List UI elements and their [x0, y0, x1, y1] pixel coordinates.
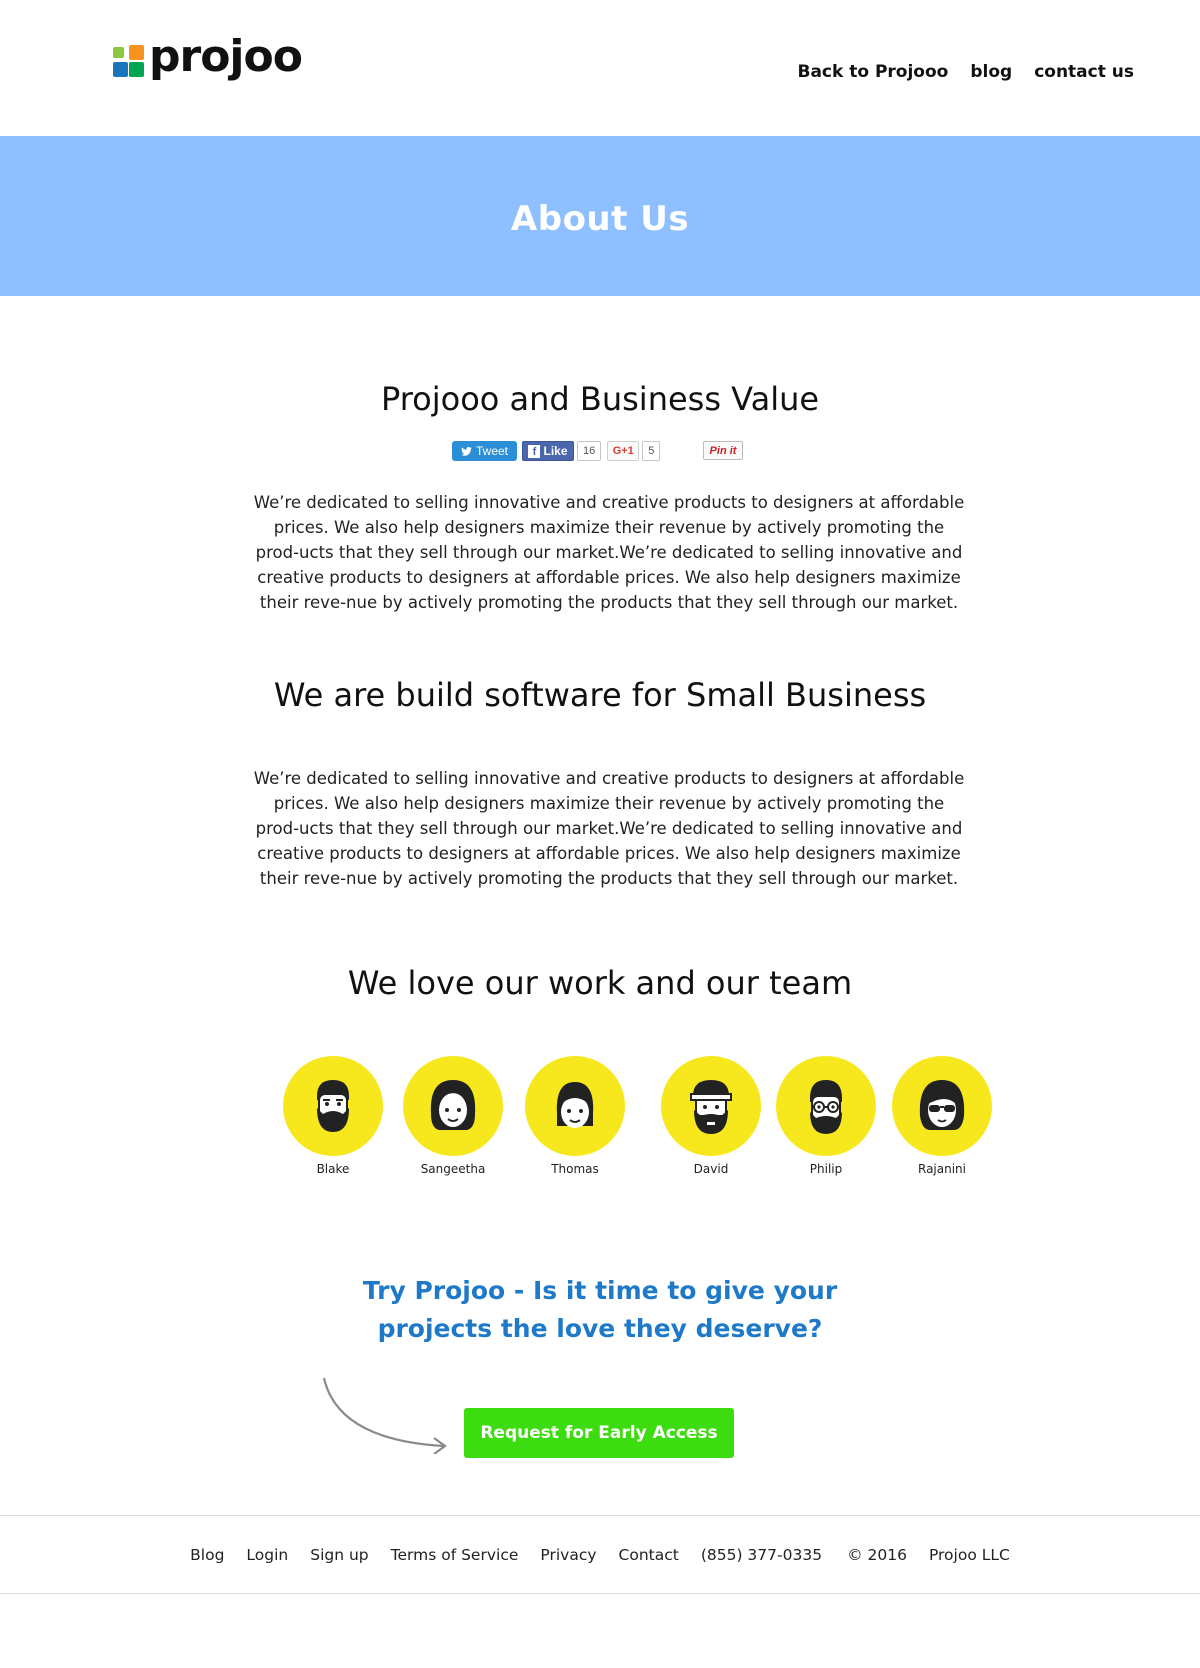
- site-header: projoo Back to Projooo blog contact us: [0, 0, 1200, 136]
- like-count: 16: [577, 441, 602, 461]
- member-name: Blake: [316, 1162, 350, 1176]
- team-member: Rajanini: [892, 1056, 992, 1176]
- share-buttons: Tweet f Like 16 G+1 5 Pin it: [452, 440, 743, 462]
- site-footer: Blog Login Sign up Terms of Service Priv…: [0, 1515, 1200, 1594]
- twitter-bird-icon: [461, 446, 472, 456]
- cta-line-2: projects the love they deserve?: [377, 1314, 823, 1343]
- footer-copyright: © 2016: [847, 1545, 907, 1564]
- footer-phone: (855) 377-0335: [700, 1545, 823, 1564]
- team-member: Philip: [776, 1056, 876, 1176]
- sunglasses-woman-avatar-icon: [892, 1056, 992, 1156]
- nav-contact-us[interactable]: contact us: [1034, 62, 1134, 82]
- member-name: Rajanini: [918, 1162, 966, 1176]
- cta-headline: Try Projoo - Is it time to give your pro…: [0, 1272, 1200, 1348]
- footer-link-blog[interactable]: Blog: [190, 1546, 224, 1564]
- member-name: David: [693, 1162, 729, 1176]
- tweet-label: Tweet: [475, 444, 508, 458]
- bearded-man-avatar-icon: [283, 1056, 383, 1156]
- footer-link-contact[interactable]: Contact: [619, 1546, 679, 1564]
- cap-bearded-man-avatar-icon: [661, 1056, 761, 1156]
- logo-squares-icon: [113, 44, 145, 78]
- glasses-bearded-man-avatar-icon: [776, 1056, 876, 1156]
- nav-blog[interactable]: blog: [970, 62, 1012, 82]
- footer-company: Projoo LLC: [928, 1545, 1010, 1564]
- page-title: About Us: [510, 199, 690, 239]
- young-person-avatar-icon: [525, 1056, 625, 1156]
- tweet-button[interactable]: Tweet: [452, 441, 517, 461]
- top-nav: Back to Projooo blog contact us: [775, 62, 1134, 82]
- member-name: Thomas: [551, 1162, 599, 1176]
- curved-arrow-icon: [322, 1377, 447, 1454]
- like-label: Like: [543, 444, 568, 458]
- team-members: Blake Sangeetha Thomas David Philip Raja…: [0, 1056, 1200, 1186]
- section-body-small-business: We’re dedicated to selling innovative an…: [253, 769, 965, 888]
- section-title-team: We love our work and our team: [347, 964, 853, 1002]
- gplus-count: 5: [642, 441, 661, 461]
- team-member: Thomas: [525, 1056, 625, 1176]
- nav-back-to-projooo[interactable]: Back to Projooo: [797, 62, 948, 82]
- member-name: Philip: [809, 1162, 843, 1176]
- footer-link-login[interactable]: Login: [246, 1546, 288, 1564]
- woman-avatar-icon: [403, 1056, 503, 1156]
- cta-line-1: Try Projoo - Is it time to give your: [362, 1276, 838, 1305]
- team-member: David: [661, 1056, 761, 1176]
- section-title-small-business: We are build software for Small Business: [273, 676, 927, 714]
- logo-text: projoo: [149, 31, 303, 82]
- section-title-business-value: Projooo and Business Value: [380, 380, 820, 418]
- facebook-like-button[interactable]: f Like: [522, 441, 574, 461]
- gplus-button[interactable]: G+1: [607, 441, 640, 461]
- team-member: Blake: [283, 1056, 383, 1176]
- member-name: Sangeetha: [420, 1162, 486, 1176]
- request-early-access-button[interactable]: Request for Early Access: [464, 1408, 734, 1458]
- section-body-business-value: We’re dedicated to selling innovative an…: [253, 493, 965, 612]
- pinterest-button[interactable]: Pin it: [703, 441, 743, 460]
- footer-link-terms[interactable]: Terms of Service: [391, 1546, 519, 1564]
- footer-link-sign-up[interactable]: Sign up: [310, 1546, 368, 1564]
- projoo-logo[interactable]: projoo: [113, 31, 303, 82]
- hero-banner: About Us: [0, 136, 1200, 296]
- footer-link-privacy[interactable]: Privacy: [540, 1546, 596, 1564]
- team-member: Sangeetha: [403, 1056, 503, 1176]
- facebook-f-icon: f: [528, 444, 541, 458]
